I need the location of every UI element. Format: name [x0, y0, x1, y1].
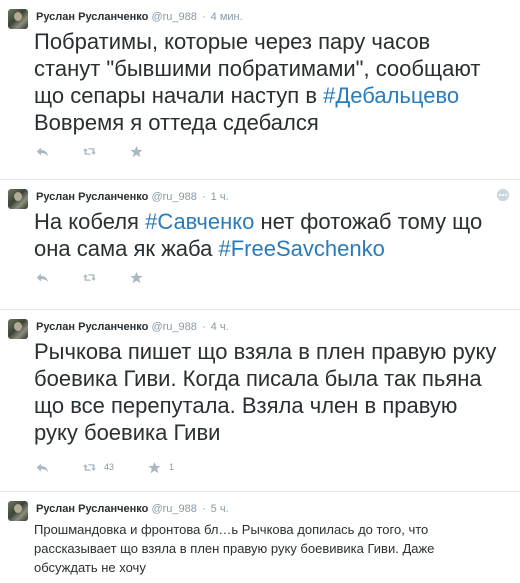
- star-icon: [130, 145, 143, 157]
- separator: ·: [201, 191, 206, 203]
- retweet-icon: [83, 463, 96, 471]
- timestamp[interactable]: 4 мин.: [211, 11, 243, 23]
- tweet-header: Руслан Русланченко @ru_988 · 4 мин.: [36, 10, 508, 24]
- fullname[interactable]: Руслан Русланченко: [36, 321, 148, 333]
- favorite-count: 1: [169, 462, 175, 472]
- tweet-actions: 43 1: [36, 452, 508, 482]
- tweet[interactable]: Руслан Русланченко @ru_988 · 4 ч. Рычков…: [0, 310, 520, 492]
- retweet-count: 43: [104, 462, 115, 472]
- tweet-header: Руслан Русланченко @ru_988 · 5 ч.: [36, 502, 508, 516]
- favorite-button[interactable]: [130, 145, 143, 158]
- separator: ·: [201, 11, 206, 23]
- hashtag-link[interactable]: #FreeSavchenko: [219, 236, 385, 261]
- username[interactable]: @ru_988: [151, 321, 196, 333]
- tweet-text: Побратимы, которые через пару часов стан…: [34, 28, 508, 136]
- reply-icon: [36, 146, 49, 156]
- reply-icon: [36, 462, 49, 472]
- tweet-text-part: На кобеля: [34, 209, 146, 234]
- hashtag-link[interactable]: #Дебальцево: [323, 83, 459, 108]
- tweet-text: Рычкова пишет що взяла в плен правую рук…: [34, 339, 497, 445]
- retweet-button[interactable]: 43: [83, 461, 114, 474]
- star-icon: [130, 271, 143, 283]
- tweet[interactable]: Руслан Русланченко @ru_988 · 5 ч. Прошма…: [0, 492, 520, 583]
- timestamp[interactable]: 5 ч.: [211, 503, 229, 515]
- favorite-button[interactable]: [130, 271, 143, 284]
- tweet-actions: [36, 262, 508, 292]
- fullname[interactable]: Руслан Русланченко: [36, 11, 148, 23]
- timestamp[interactable]: 1 ч.: [211, 191, 229, 203]
- tweet[interactable]: Руслан Русланченко @ru_988 · 1 ч. На коб…: [0, 180, 520, 310]
- tweet-actions: [36, 136, 508, 166]
- avatar[interactable]: [8, 501, 28, 521]
- retweet-icon: [83, 147, 96, 155]
- avatar[interactable]: [8, 319, 28, 339]
- reply-icon: [36, 272, 49, 282]
- tweet[interactable]: Руслан Русланченко @ru_988 · 4 мин. Побр…: [0, 0, 520, 180]
- tweet-header: Руслан Русланченко @ru_988 · 1 ч.: [36, 190, 508, 204]
- separator: ·: [201, 321, 206, 333]
- username[interactable]: @ru_988: [151, 11, 196, 23]
- fullname[interactable]: Руслан Русланченко: [36, 503, 148, 515]
- avatar[interactable]: [8, 9, 28, 29]
- fullname[interactable]: Руслан Русланченко: [36, 191, 148, 203]
- reply-button[interactable]: [36, 145, 49, 158]
- tweet-text-part: Вовремя я оттеда сдебался: [34, 110, 319, 135]
- retweet-icon: [83, 273, 96, 281]
- username[interactable]: @ru_988: [151, 503, 196, 515]
- separator: ·: [201, 503, 206, 515]
- more-button[interactable]: [496, 188, 510, 207]
- more-icon: [496, 188, 510, 202]
- avatar[interactable]: [8, 189, 28, 209]
- retweet-button[interactable]: [83, 145, 96, 158]
- star-icon: [148, 461, 161, 473]
- hashtag-link[interactable]: #Савченко: [145, 209, 254, 234]
- username[interactable]: @ru_988: [151, 191, 196, 203]
- tweet-text: Прошмандовка и фронтова бл…ь Рычкова доп…: [34, 522, 435, 575]
- tweet-text: На кобеля #Савченко нет фотожаб тому що …: [34, 208, 508, 262]
- favorite-button[interactable]: 1: [148, 461, 174, 474]
- tweet-header: Руслан Русланченко @ru_988 · 4 ч.: [36, 320, 508, 334]
- timestamp[interactable]: 4 ч.: [211, 321, 229, 333]
- reply-button[interactable]: [36, 271, 49, 284]
- reply-button[interactable]: [36, 461, 49, 474]
- retweet-button[interactable]: [83, 271, 96, 284]
